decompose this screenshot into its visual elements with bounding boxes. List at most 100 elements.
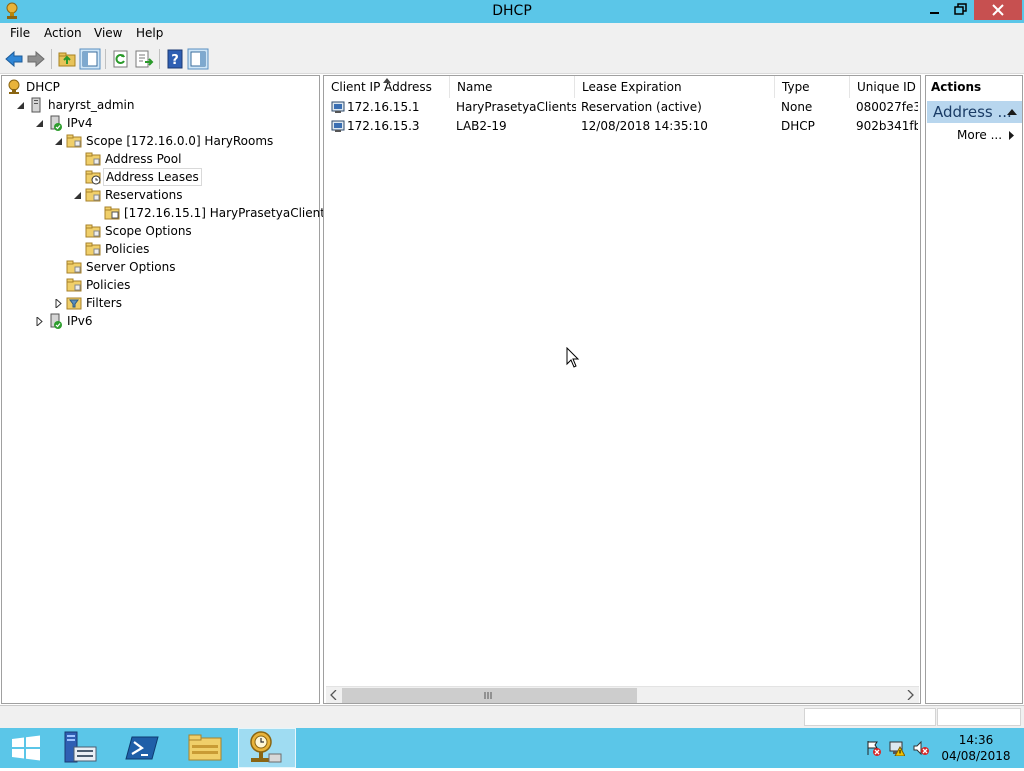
expanded-arrow-icon[interactable]	[73, 191, 82, 200]
expanded-arrow-icon[interactable]	[16, 101, 25, 110]
menu-bar: File Action View Help	[0, 23, 1024, 44]
folder-icon	[85, 188, 101, 202]
expanded-arrow-icon[interactable]	[35, 119, 44, 128]
tree-node[interactable]: Scope [172.16.0.0] HaryRooms	[2, 132, 318, 150]
window-title: DHCP	[492, 3, 532, 19]
table-row[interactable]: 172.16.15.3 LAB2-19 12/08/2018 14:35:10 DHC…	[324, 117, 920, 136]
scroll-left-icon[interactable]	[329, 690, 338, 700]
results-list[interactable]: Client IP Address Name Lease Expiration …	[323, 75, 921, 704]
refresh-icon[interactable]	[110, 48, 132, 70]
taskbar-dhcp[interactable]	[238, 728, 296, 768]
menu-file[interactable]: File	[10, 26, 30, 40]
dhcp-icon	[8, 79, 20, 94]
column-header-lease-expiration[interactable]: Lease Expiration	[575, 76, 775, 98]
flag-icon[interactable]	[865, 740, 881, 756]
tree-node[interactable]: Reservations	[2, 186, 318, 204]
cell-name: HaryPrasetyaClients	[456, 100, 576, 114]
folder-icon	[66, 134, 82, 148]
folder-icon	[66, 278, 82, 292]
tree-node[interactable]: Policies	[2, 276, 318, 294]
taskbar: 14:36 04/08/2018	[0, 728, 1024, 768]
status-segment	[804, 708, 936, 726]
ipv6-icon	[50, 313, 62, 329]
clock-date: 04/08/2018	[941, 749, 1011, 763]
horizontal-scrollbar[interactable]	[326, 686, 919, 703]
close-button[interactable]	[974, 0, 1022, 20]
start-button[interactable]	[0, 728, 58, 768]
menu-action[interactable]: Action	[44, 26, 82, 40]
restore-icon	[954, 3, 967, 15]
toolbar-separator	[105, 49, 106, 69]
taskbar-clock[interactable]: 14:36 04/08/2018	[940, 732, 1012, 764]
cell-type: DHCP	[781, 119, 815, 133]
tree-node-label: haryrst_admin	[48, 98, 135, 112]
scrollbar-thumb[interactable]	[342, 688, 637, 703]
folder-clock-icon	[85, 170, 101, 185]
up-folder-icon[interactable]	[56, 48, 78, 70]
toolbar-separator	[51, 49, 52, 69]
console-tree[interactable]: DHCP haryrst_admin IPv4 Scope [172.16.0.0] …	[1, 75, 331, 704]
status-bar	[0, 705, 1024, 728]
collapsed-arrow-icon[interactable]	[35, 317, 44, 326]
actions-more-link[interactable]: More ...	[957, 128, 1002, 142]
scroll-grip-icon	[484, 692, 492, 699]
network-icon[interactable]	[889, 740, 905, 756]
show-hide-action-pane-icon[interactable]	[187, 48, 209, 70]
volume-muted-icon[interactable]	[913, 740, 929, 756]
tree-node-label: Scope Options	[105, 224, 192, 238]
tree-node[interactable]: Policies	[2, 240, 318, 258]
tree-node-label: Policies	[105, 242, 150, 256]
collapse-up-icon[interactable]	[1007, 109, 1017, 115]
powershell-icon	[125, 736, 159, 760]
column-header-name[interactable]: Name	[450, 76, 575, 98]
scroll-right-icon[interactable]	[906, 690, 915, 700]
restore-button[interactable]	[948, 0, 974, 20]
title-bar: DHCP	[0, 0, 1024, 23]
column-header-type[interactable]: Type	[775, 76, 850, 98]
minimize-icon	[930, 12, 939, 14]
lease-icon	[331, 120, 345, 132]
table-row[interactable]: 172.16.15.1 HaryPrasetyaClients Reservatio…	[324, 98, 920, 117]
tree-node[interactable]: Filters	[2, 294, 318, 312]
close-icon	[992, 4, 1004, 16]
filter-icon	[66, 297, 82, 310]
cell-name: LAB2-19	[456, 119, 507, 133]
taskbar-file-explorer[interactable]	[176, 728, 234, 768]
column-header-unique-id[interactable]: Unique ID	[850, 76, 920, 98]
expanded-arrow-icon[interactable]	[54, 137, 63, 146]
mouse-cursor-icon	[566, 347, 580, 368]
start-icon	[12, 735, 40, 761]
export-list-icon[interactable]	[133, 48, 155, 70]
tree-node-label: [172.16.15.1] HaryPrasetyaClients	[124, 206, 332, 220]
tree-node[interactable]: IPv4	[2, 114, 318, 132]
cell-uid: 902b341fb...	[856, 119, 918, 133]
tree-node[interactable]: Scope Options	[2, 222, 318, 240]
menu-help[interactable]: Help	[136, 26, 163, 40]
actions-pane: Actions Address ... More ...	[925, 75, 1023, 704]
tree-node[interactable]: Address Leases	[2, 168, 318, 186]
tree-node-label: Scope [172.16.0.0] HaryRooms	[86, 134, 274, 148]
back-icon[interactable]	[3, 48, 25, 70]
tree-node[interactable]: Server Options	[2, 258, 318, 276]
show-hide-console-tree-icon[interactable]	[79, 48, 101, 70]
dhcp-app-icon	[250, 731, 282, 763]
tree-node[interactable]: DHCP	[2, 78, 318, 96]
minimize-button[interactable]	[921, 0, 948, 20]
collapsed-arrow-icon[interactable]	[54, 299, 63, 308]
tree-node[interactable]: haryrst_admin	[2, 96, 318, 114]
actions-section-label: Address ...	[933, 103, 1012, 121]
forward-icon[interactable]	[25, 48, 47, 70]
tree-node[interactable]: [172.16.15.1] HaryPrasetyaClients	[2, 204, 331, 222]
cell-ip: 172.16.15.3	[347, 119, 420, 133]
taskbar-server-manager[interactable]	[56, 728, 114, 768]
menu-view[interactable]: View	[94, 26, 122, 40]
tree-node-label: Address Pool	[105, 152, 182, 166]
actions-section-header[interactable]: Address ...	[927, 101, 1022, 123]
taskbar-powershell[interactable]	[114, 728, 172, 768]
tree-node[interactable]: Address Pool	[2, 150, 318, 168]
cell-expiration: 12/08/2018 14:35:10	[581, 119, 708, 133]
sort-ascending-icon	[383, 78, 391, 83]
help-icon[interactable]: ?	[164, 48, 186, 70]
tree-node-label: Filters	[86, 296, 122, 310]
tree-node[interactable]: IPv6	[2, 312, 318, 330]
